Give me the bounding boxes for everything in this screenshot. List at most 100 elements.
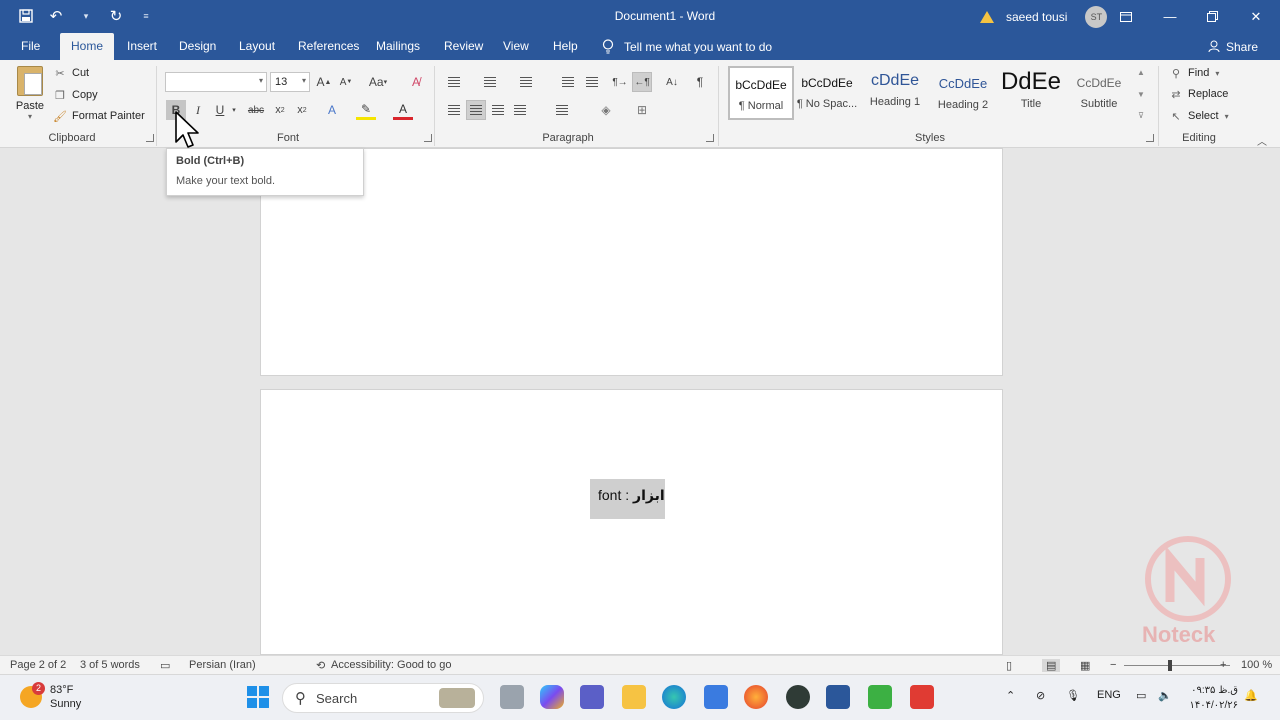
windows-start-icon[interactable] [246,685,270,709]
paragraph-launcher-icon[interactable] [706,134,714,142]
font-name-dropdown-icon[interactable]: ▾ [259,76,263,85]
style-no-spacing[interactable]: bCcDdEe ¶ No Spac... [794,66,860,120]
underline-dropdown-icon[interactable]: ▾ [228,100,240,120]
input-language[interactable]: ENG [1097,689,1121,701]
tab-review[interactable]: Review [433,33,494,60]
decrease-indent-icon[interactable] [558,72,578,92]
firefox-icon[interactable] [744,685,768,709]
tab-mailings[interactable]: Mailings [365,33,431,60]
style-title[interactable]: DdEe Title [998,66,1064,120]
copilot-icon[interactable] [540,685,564,709]
cut-button[interactable]: ✂ Cut [54,67,89,80]
monitor-icon[interactable]: ▭ [1136,689,1146,702]
font-size-box[interactable]: 13 ▾ [270,72,310,92]
zoom-level[interactable]: 100 % [1241,659,1272,671]
volume-icon[interactable]: 🔈 [1158,689,1172,702]
warning-icon[interactable] [980,11,994,23]
clipboard-launcher-icon[interactable] [146,134,154,142]
ribbon-display-options-icon[interactable] [1104,0,1148,33]
style-heading-1[interactable]: cDdEe Heading 1 [862,66,928,120]
shrink-font-icon[interactable]: A ▼ [336,72,356,92]
ltr-direction-icon[interactable]: ¶→ [610,72,630,92]
chevron-up-icon[interactable]: ▲ [1137,68,1145,77]
underline-icon[interactable]: U [210,100,230,120]
notifications-icon[interactable]: 🔔 [1244,689,1258,702]
document-page-2[interactable] [260,389,1003,655]
task-view-icon[interactable] [500,685,524,709]
paste-button[interactable]: Paste ▾ [12,66,48,121]
styles-launcher-icon[interactable] [1146,134,1154,142]
find-button[interactable]: ⚲ Find ▾ [1170,67,1219,80]
find-dropdown-icon[interactable]: ▾ [1215,69,1219,78]
tab-help[interactable]: Help [542,33,589,60]
paste-dropdown-icon[interactable]: ▾ [12,112,48,121]
subscript-icon[interactable]: x2 [270,100,290,120]
weather-widget[interactable]: 2 83°F Sunny [20,682,81,711]
tab-home[interactable]: Home [60,33,115,60]
superscript-icon[interactable]: x2 [292,100,312,120]
app-icon[interactable] [786,685,810,709]
font-name-box[interactable]: ▾ [165,72,267,92]
grow-font-icon[interactable]: A ▲ [314,72,334,92]
tab-view[interactable]: View [492,33,540,60]
line-spacing-icon[interactable] [552,100,572,120]
undo-icon[interactable]: ↶ [44,5,68,27]
customize-qat-icon[interactable]: ≡ [134,5,158,27]
web-layout-icon[interactable]: ▦ [1080,659,1090,672]
file-explorer-icon[interactable] [622,685,646,709]
minimize-icon[interactable]: — [1148,0,1192,33]
word-icon[interactable] [826,685,850,709]
increase-indent-icon[interactable] [582,72,602,92]
font-size-dropdown-icon[interactable]: ▾ [302,76,306,85]
highlight-icon[interactable]: ✎ [356,100,376,120]
font-launcher-icon[interactable] [424,134,432,142]
store-icon[interactable] [704,685,728,709]
align-right-icon[interactable] [488,100,508,120]
multilevel-list-icon[interactable] [516,72,536,92]
zoom-slider-thumb[interactable] [1168,660,1172,671]
tab-design[interactable]: Design [168,33,227,60]
taskbar-search[interactable]: ⚲ Search [282,683,484,713]
document-page-1[interactable] [260,148,1003,376]
network-off-icon[interactable]: ⊘ [1036,689,1045,702]
numbering-icon[interactable] [480,72,500,92]
word-count[interactable]: 3 of 5 words [80,659,140,671]
undo-dropdown-icon[interactable]: ▾ [74,5,98,27]
chevron-down-icon[interactable]: ▼ [1137,90,1145,99]
rtl-direction-icon[interactable]: ←¶ [632,72,652,92]
language-indicator[interactable]: Persian (Iran) [189,659,256,671]
font-color-icon[interactable]: A [393,100,413,120]
format-painter-button[interactable]: 🖌 Format Painter [53,110,145,123]
justify-icon[interactable] [510,100,530,120]
proofing-icon[interactable]: ▭ [160,659,170,672]
replace-button[interactable]: ⇄ Replace [1170,88,1228,101]
zoom-out-icon[interactable]: − [1110,659,1116,671]
style-normal[interactable]: bCcDdEe ¶ Normal [728,66,794,120]
zoom-in-icon[interactable]: + [1220,659,1226,671]
copy-button[interactable]: ❐ Copy [54,89,98,102]
select-button[interactable]: ↖ Select ▾ [1170,110,1229,123]
shading-icon[interactable]: ◈ [596,100,616,120]
share-button[interactable]: Share [1208,33,1258,60]
select-dropdown-icon[interactable]: ▾ [1225,112,1229,121]
save-icon[interactable] [14,5,38,27]
more-styles-icon[interactable]: ⊽ [1138,111,1144,120]
system-clock[interactable]: ۰۹:۳۵ ق.ظ ۱۴۰۴/۰۲/۲۶ [1186,683,1238,713]
restore-icon[interactable] [1190,0,1234,33]
accessibility-icon[interactable]: ⟲ [316,659,325,672]
selected-text[interactable]: font : ابزار [590,479,665,519]
camtasia-icon[interactable] [868,685,892,709]
text-effects-icon[interactable]: A [322,100,342,120]
recorder-icon[interactable] [910,685,934,709]
tab-references[interactable]: References [287,33,370,60]
user-account[interactable]: saeed tousi ST [980,6,1108,28]
edge-icon[interactable] [662,685,686,709]
microphone-icon[interactable]: 🎙 [1066,689,1080,702]
strikethrough-icon[interactable]: abc [246,100,266,120]
tab-layout[interactable]: Layout [228,33,286,60]
teams-icon[interactable] [580,685,604,709]
style-subtitle[interactable]: CcDdEe Subtitle [1066,66,1132,120]
sort-icon[interactable]: A↓ [662,72,682,92]
gallery-scroll[interactable]: ▲ ▼ ⊽ [1134,68,1148,120]
style-heading-2[interactable]: CcDdEe Heading 2 [930,66,996,120]
